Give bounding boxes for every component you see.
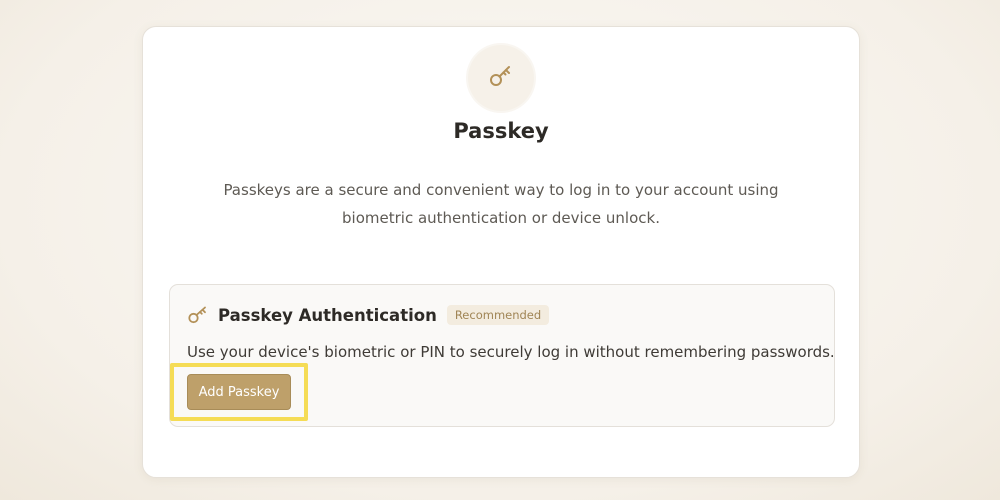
- add-passkey-button[interactable]: Add Passkey: [187, 374, 291, 410]
- passkey-authentication-panel: Passkey Authentication Recommended Use y…: [169, 284, 835, 427]
- page-title: Passkey: [453, 119, 549, 143]
- panel-title: Passkey Authentication: [218, 305, 437, 325]
- key-icon: [488, 63, 514, 93]
- key-icon-badge: [468, 45, 534, 111]
- key-icon: [187, 305, 209, 325]
- panel-description: Use your device's biometric or PIN to se…: [187, 343, 835, 361]
- page-description: Passkeys are a secure and convenient way…: [223, 181, 779, 227]
- recommended-badge: Recommended: [446, 305, 550, 325]
- panel-header: Passkey Authentication Recommended: [187, 305, 550, 325]
- passkey-card: Passkey Passkeys are a secure and conven…: [142, 26, 860, 478]
